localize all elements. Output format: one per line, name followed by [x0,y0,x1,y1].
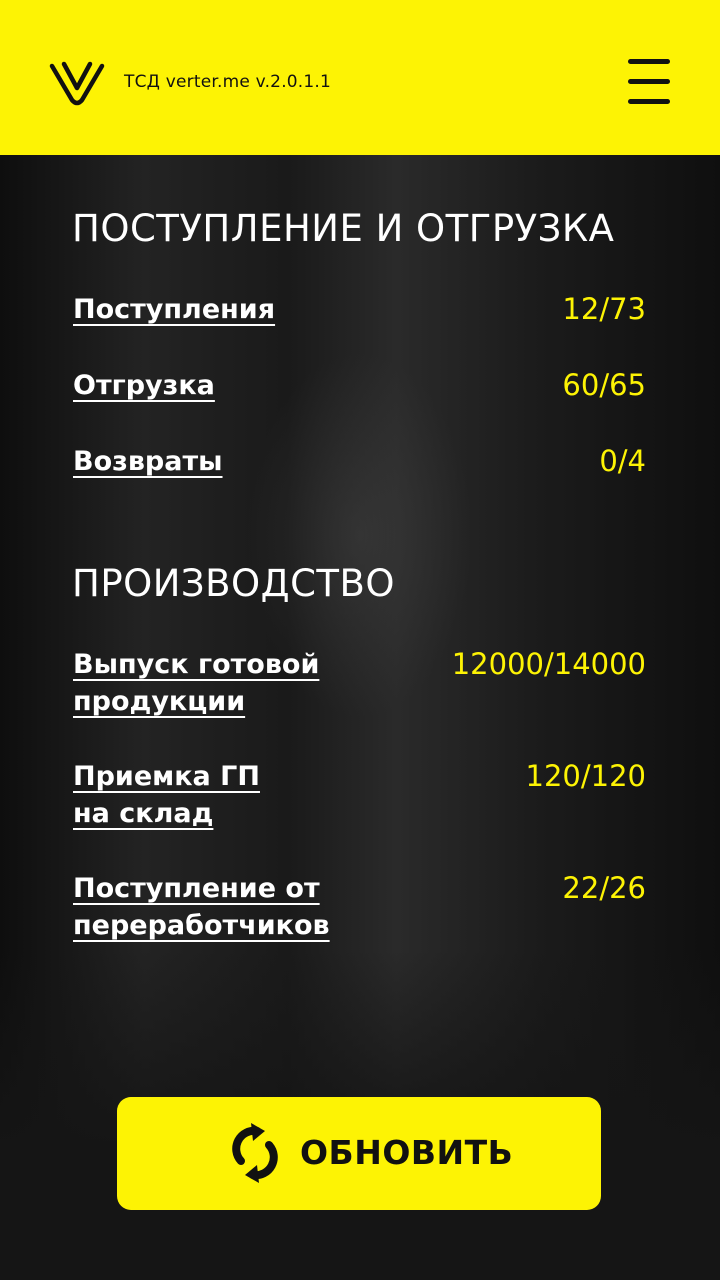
link-processor-receipts-line2: переработчиков [73,910,330,941]
value-returns: 0/4 [599,444,646,478]
link-returns[interactable]: Возвраты [73,443,223,480]
verter-logo-icon [49,61,105,106]
link-processor-receipts[interactable]: Поступление от переработчиков [73,870,330,944]
link-warehouse-acceptance[interactable]: Приемка ГП на склад [73,758,260,832]
value-finished-output: 12000/14000 [451,647,646,681]
value-warehouse-acceptance: 120/120 [525,759,646,793]
hamburger-menu-icon[interactable] [626,59,672,107]
link-finished-output[interactable]: Выпуск готовой продукции [73,646,319,720]
link-warehouse-acceptance-line1: Приемка ГП [73,761,260,792]
section-title-receiving-shipping: ПОСТУПЛЕНИЕ И ОТГРУЗКА [72,207,615,250]
refresh-button[interactable]: ОБНОВИТЬ [117,1097,601,1210]
link-receipts[interactable]: Поступления [73,291,275,328]
app-header: ТСД verter.me v.2.0.1.1 [0,0,720,155]
link-shipment[interactable]: Отгрузка [73,367,215,404]
value-processor-receipts: 22/26 [562,871,646,905]
value-receipts: 12/73 [562,292,646,326]
section-title-production: ПРОИЗВОДСТВО [72,562,396,605]
refresh-icon [232,1123,278,1183]
link-finished-output-line1: Выпуск готовой [73,649,320,680]
app-title: ТСД verter.me v.2.0.1.1 [124,72,332,92]
link-warehouse-acceptance-line2: на склад [73,798,214,829]
link-processor-receipts-line1: Поступление от [73,873,320,904]
refresh-button-label: ОБНОВИТЬ [300,1133,514,1172]
link-finished-output-line2: продукции [73,686,246,717]
value-shipment: 60/65 [562,368,646,402]
